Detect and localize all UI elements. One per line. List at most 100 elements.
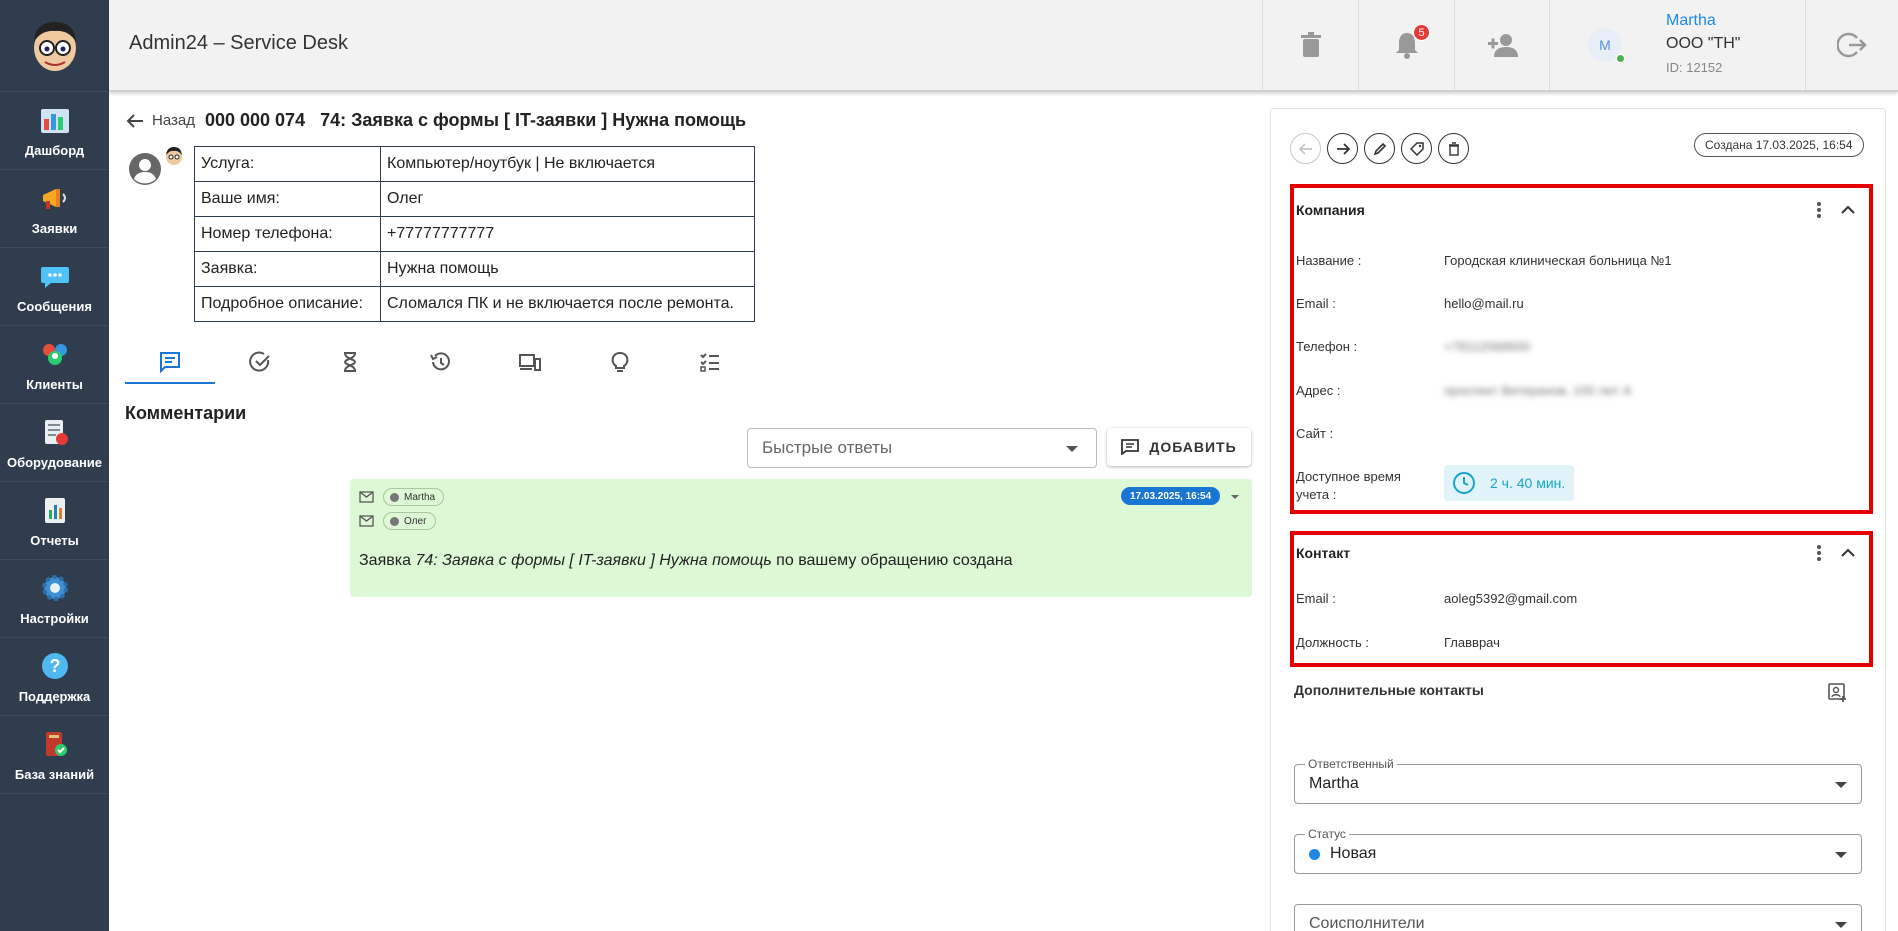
table-row: Заявка: Нужна помощь [194,251,755,287]
sidebar-item-label: Дашборд [24,143,85,158]
arrow-left-icon [1298,142,1312,155]
user-name[interactable]: Martha [1666,12,1716,30]
contact-email-value[interactable]: aoleg5392@gmail.com [1444,591,1577,606]
logout-button[interactable] [1805,0,1898,90]
status-select[interactable]: Статус Новая [1294,827,1862,874]
tab-resolution[interactable] [215,342,305,384]
user-id: ID: 12152 [1666,60,1723,75]
sidebar-item-messages[interactable]: Сообщения [0,248,109,326]
table-row: Подробное описание: Сломался ПК и не вклю… [194,286,755,322]
message-date-badge: 17.03.2025, 16:54 [1121,487,1221,505]
sidebar-item-tickets[interactable]: Заявки [0,170,109,248]
sidebar-item-knowledge-base[interactable]: База знаний [0,716,109,794]
tab-time[interactable] [305,342,395,384]
quick-replies-select[interactable]: Быстрые ответы [747,428,1097,468]
clock-icon [1453,472,1475,494]
sidebar-item-label: Оборудование [6,455,103,470]
responsible-label: Ответственный [1305,757,1397,771]
trash-button[interactable] [1262,0,1358,90]
tab-checklist[interactable] [665,342,755,384]
person-add-icon [1487,34,1518,57]
chevron-down-icon [1835,782,1847,788]
sidebar-item-reports[interactable]: Отчеты [0,482,109,560]
tag-button[interactable] [1401,133,1432,164]
field-value: Олег [380,181,755,217]
contact-position-label: Должность : [1296,635,1370,650]
person-icon [390,516,399,526]
sender-name: Martha [404,491,436,503]
help-icon: ? [38,649,72,683]
more-vert-icon[interactable] [1817,202,1821,220]
coexecutors-select[interactable]: Соисполнители [1294,904,1862,931]
mail-outgoing-icon [359,490,374,503]
tab-history[interactable] [395,342,485,384]
company-card: Компания Название : Городская клиническа… [1290,184,1873,514]
notifications-button[interactable]: 5 [1358,0,1454,90]
logout-icon [1837,32,1867,58]
status-value: Новая [1330,845,1377,862]
ticket-header: Назад 000 000 074 74: Заявка с формы [ I… [126,110,746,131]
app-logo[interactable] [0,0,109,92]
back-button[interactable]: Назад [126,112,205,129]
company-phone-label: Телефон : [1296,339,1358,354]
ticket-fields-table: Услуга: Компьютер/ноутбук | Не включается… [194,146,755,322]
sidebar-item-label: Заявки [31,221,78,236]
contact-card: Контакт Email : aoleg5392@gmail.com Долж… [1290,531,1873,667]
sidebar-item-clients[interactable]: Клиенты [0,326,109,404]
notifications-badge: 5 [1413,24,1430,41]
chevron-up-icon[interactable] [1841,205,1855,214]
company-email-value[interactable]: hello@mail.ru [1444,296,1524,311]
more-vert-icon[interactable] [1817,545,1821,563]
chevron-up-icon[interactable] [1841,548,1855,557]
sidebar-item-label: База знаний [14,767,95,782]
tab-comments[interactable] [125,342,215,384]
sidebar-item-support[interactable]: ? Поддержка [0,638,109,716]
client-avatar-icon [166,147,182,165]
available-time-value: 2 ч. 40 мин. [1490,475,1566,491]
quick-replies-placeholder: Быстрые ответы [762,438,893,457]
message-menu-caret-icon[interactable] [1231,495,1239,499]
hourglass-icon [343,352,357,372]
check-circle-icon [249,351,270,372]
contact-position-value: Главврач [1444,635,1500,650]
ticket-title: 000 000 074 74: Заявка с формы [ IT-заяв… [204,110,747,130]
recipient-chip[interactable]: Олег [383,512,436,530]
field-value: Сломался ПК и не включается после ремонт… [380,286,755,322]
contact-card-title: Контакт [1296,545,1351,561]
field-key: Услуга: [194,146,381,182]
tab-devices[interactable] [485,342,575,384]
ticket-side-panel: Создана 17.03.2025, 16:54 Компания Назва… [1270,108,1886,931]
sidebar-item-settings[interactable]: Настройки [0,560,109,638]
created-date-badge: Создана 17.03.2025, 16:54 [1694,133,1864,157]
coexecutors-placeholder: Соисполнители [1309,915,1425,931]
add-comment-button[interactable]: ДОБАВИТЬ [1107,428,1251,466]
clients-icon [38,337,72,371]
status-dot [1309,848,1320,860]
comment-message: Martha Олег 17.03.2025, 16:54 Заявка 74:… [350,479,1252,597]
prev-ticket-button[interactable] [1290,133,1321,164]
sidebar-item-dashboard[interactable]: Дашборд [0,92,109,170]
megaphone-icon [38,181,72,215]
sender-chip[interactable]: Martha [383,488,445,506]
trash-icon [1300,32,1321,57]
field-value: +77777777777 [380,216,755,252]
sidebar-item-label: Клиенты [26,377,83,392]
equipment-icon [38,415,72,449]
add-contact-icon[interactable] [1827,682,1847,702]
tag-icon [1409,141,1424,156]
dashboard-icon [38,103,72,137]
company-name-label: Название : [1296,253,1362,268]
responsible-select[interactable]: Ответственный Martha [1294,757,1862,804]
sidebar-item-equipment[interactable]: Оборудование [0,404,109,482]
tab-solutions[interactable] [575,342,665,384]
edit-button[interactable] [1364,133,1395,164]
chat-bubble-icon [38,259,72,293]
message-to-row: Олег [359,512,436,530]
field-value: Компьютер/ноутбук | Не включается [380,146,755,182]
add-user-button[interactable] [1454,0,1550,90]
top-header: Admin24 – Service Desk 5 M Martha ООО "T… [109,0,1898,92]
forward-button[interactable] [1327,133,1358,164]
delete-button[interactable] [1438,133,1469,164]
user-profile[interactable]: M Martha ООО "TH" ID: 12152 [1549,0,1805,90]
message-text-ticket: 74: Заявка с формы [ IT-заявки ] Нужна п… [415,552,772,569]
